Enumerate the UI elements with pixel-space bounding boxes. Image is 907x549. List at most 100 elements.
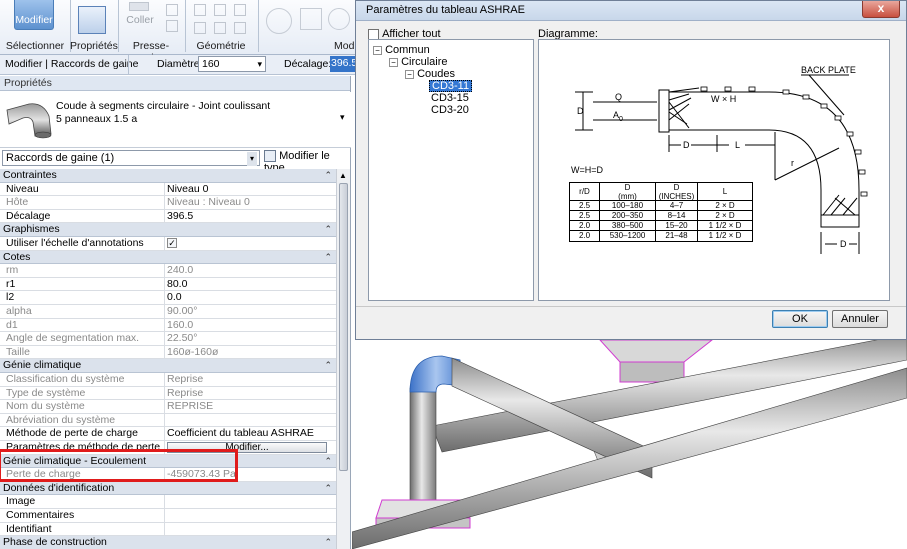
tree-label: Commun bbox=[385, 44, 430, 57]
collapse-icon[interactable]: − bbox=[389, 57, 398, 67]
chevron-down-icon[interactable]: ▾ bbox=[340, 112, 345, 123]
prop-value[interactable]: Coefficient du tableau ASHRAE bbox=[164, 427, 336, 441]
prop-row-identifiant[interactable]: Identifiant bbox=[0, 522, 336, 537]
prop-value[interactable] bbox=[164, 495, 336, 509]
prop-key: Image bbox=[6, 495, 36, 508]
table-cell: 380–500 bbox=[600, 221, 656, 230]
diagram-panel: BACK PLATE W × H Q A0 D D L r D W=H=D r/… bbox=[538, 39, 890, 301]
instance-filter-select[interactable]: Raccords de gaine (1) ▾ bbox=[2, 150, 260, 166]
highlight-annotation bbox=[0, 449, 238, 482]
prop-value[interactable]: Niveau 0 bbox=[164, 182, 336, 196]
diameter-select[interactable]: 160 ▾ bbox=[198, 56, 266, 72]
prop-value[interactable] bbox=[164, 509, 336, 522]
paint-icon[interactable] bbox=[234, 22, 246, 34]
table-tree[interactable]: − Commun − Circulaire − Coudes CD3-11 CD… bbox=[368, 39, 534, 301]
prop-row-echelle[interactable]: Utiliser l'échelle d'annotations ✓ bbox=[0, 237, 336, 251]
diameter-label: Diamètre: bbox=[157, 58, 203, 70]
cope-icon[interactable] bbox=[214, 4, 226, 16]
offset-input[interactable]: 396.5 bbox=[330, 56, 355, 72]
wall-join-icon[interactable] bbox=[234, 4, 246, 16]
scroll-thumb[interactable] bbox=[339, 183, 348, 471]
offset-label: Décalage: bbox=[284, 58, 332, 70]
group-contraintes[interactable]: Contraintes ⌃ bbox=[0, 169, 336, 183]
tree-node-cd3-15[interactable]: CD3-15 bbox=[431, 92, 469, 104]
copy-element-icon[interactable] bbox=[300, 8, 322, 30]
copy-icon[interactable] bbox=[166, 20, 178, 32]
checkbox-checked[interactable]: ✓ bbox=[167, 238, 177, 248]
table-cell: 4–7 bbox=[656, 201, 698, 210]
prop-row-niveau[interactable]: Niveau Niveau 0 bbox=[0, 182, 336, 197]
prop-row-type-systeme: Type de système Reprise bbox=[0, 386, 336, 401]
palette-scrollbar[interactable]: ▲ bbox=[336, 169, 350, 549]
table-cell: 1 1/2 × D bbox=[708, 231, 742, 240]
prop-value: Reprise bbox=[164, 386, 336, 400]
options-bar: Modifier | Raccords de gaine Diamètre: 1… bbox=[0, 55, 355, 75]
group-label: Données d'identification bbox=[3, 481, 115, 494]
prop-key: alpha bbox=[6, 305, 32, 317]
ashrae-dialog: Paramètres du tableau ASHRAE x Afficher … bbox=[355, 0, 907, 340]
prop-row-methode[interactable]: Méthode de perte de charge Coefficient du… bbox=[0, 427, 336, 441]
tree-label: CD3-11 bbox=[432, 80, 470, 92]
ok-button[interactable]: OK bbox=[772, 310, 828, 328]
properties-icon[interactable] bbox=[78, 6, 106, 34]
context-label: Modifier | Raccords de gaine bbox=[5, 58, 139, 70]
type-name: Coude à segments circulaire - Joint coul… bbox=[56, 100, 271, 112]
group-genie-climatique[interactable]: Génie climatique ⌃ bbox=[0, 359, 336, 373]
diameter-value: 160 bbox=[202, 58, 220, 70]
prop-value[interactable]: 396.5 bbox=[164, 209, 336, 223]
prop-row-alpha: alpha 90.00° bbox=[0, 305, 336, 319]
label-back-plate: BACK PLATE bbox=[801, 65, 856, 75]
prop-row-decalage[interactable]: Décalage 396.5 bbox=[0, 209, 336, 224]
collapse-icon: ⌃ bbox=[324, 224, 332, 235]
collapse-icon[interactable]: − bbox=[405, 69, 414, 79]
prop-value[interactable] bbox=[164, 522, 336, 536]
table-cell: 2.5 bbox=[570, 211, 600, 220]
prop-key: Identifiant bbox=[6, 522, 52, 535]
cut-geometry-icon[interactable] bbox=[194, 22, 206, 34]
prop-value: 22.50° bbox=[164, 332, 336, 346]
prop-row-l2[interactable]: l2 0.0 bbox=[0, 291, 336, 305]
properties-palette: Propriétés Coude à segments circulaire -… bbox=[0, 76, 351, 549]
tree-node-cd3-11[interactable]: CD3-11 bbox=[429, 80, 473, 92]
scroll-up-arrow[interactable]: ▲ bbox=[339, 171, 347, 180]
type-selector[interactable]: Coude à segments circulaire - Joint coul… bbox=[0, 92, 351, 148]
collapse-icon[interactable]: − bbox=[373, 45, 382, 55]
prop-row-r1[interactable]: r1 80.0 bbox=[0, 277, 336, 292]
table-cell: 2.0 bbox=[570, 221, 600, 230]
collapse-icon: ⌃ bbox=[324, 537, 332, 548]
move-icon[interactable] bbox=[266, 8, 292, 34]
prop-key: Niveau bbox=[6, 182, 39, 195]
join-icon[interactable] bbox=[194, 4, 206, 16]
palette-title: Propriétés bbox=[0, 76, 350, 91]
table-row: 2.5 200–350 8–14 2 × D bbox=[570, 211, 752, 221]
cancel-button[interactable]: Annuler bbox=[832, 310, 888, 328]
rotate-icon[interactable] bbox=[328, 8, 350, 30]
filter-row: Raccords de gaine (1) ▾ Modifier le type bbox=[0, 148, 351, 174]
group-graphismes[interactable]: Graphismes ⌃ bbox=[0, 223, 336, 237]
prop-value[interactable]: 0.0 bbox=[164, 291, 336, 305]
paste-button[interactable]: Coller bbox=[124, 14, 156, 26]
group-phase[interactable]: Phase de construction ⌃ bbox=[0, 536, 336, 549]
dialog-separator bbox=[356, 306, 906, 307]
prop-value: 160.0 bbox=[164, 318, 336, 332]
3d-viewport[interactable] bbox=[351, 333, 907, 549]
group-cotes[interactable]: Cotes ⌃ bbox=[0, 250, 336, 265]
modifier-button[interactable]: Modifier bbox=[14, 14, 54, 26]
table-cell: 2 × D bbox=[715, 211, 735, 220]
properties-button[interactable]: Propriétés bbox=[70, 40, 118, 52]
prop-row-abreviation: Abréviation du système bbox=[0, 413, 336, 428]
edit-type-button[interactable]: Modifier le type bbox=[264, 150, 351, 174]
tree-node-cd3-20[interactable]: CD3-20 bbox=[431, 104, 469, 116]
group-identification[interactable]: Données d'identification ⌃ bbox=[0, 481, 336, 496]
split-face-icon[interactable] bbox=[214, 22, 226, 34]
checkbox-unchecked[interactable] bbox=[368, 28, 379, 40]
table-cell: 2.5 bbox=[570, 201, 600, 210]
close-button[interactable]: x bbox=[862, 1, 900, 18]
cut-icon[interactable] bbox=[166, 4, 178, 16]
prop-row-image[interactable]: Image bbox=[0, 495, 336, 509]
prop-value[interactable]: 80.0 bbox=[164, 277, 336, 291]
header-cell: L bbox=[722, 187, 728, 196]
chevron-down-icon: ▾ bbox=[257, 59, 262, 69]
collapse-icon: ⌃ bbox=[324, 482, 332, 493]
prop-row-commentaires[interactable]: Commentaires bbox=[0, 509, 336, 523]
